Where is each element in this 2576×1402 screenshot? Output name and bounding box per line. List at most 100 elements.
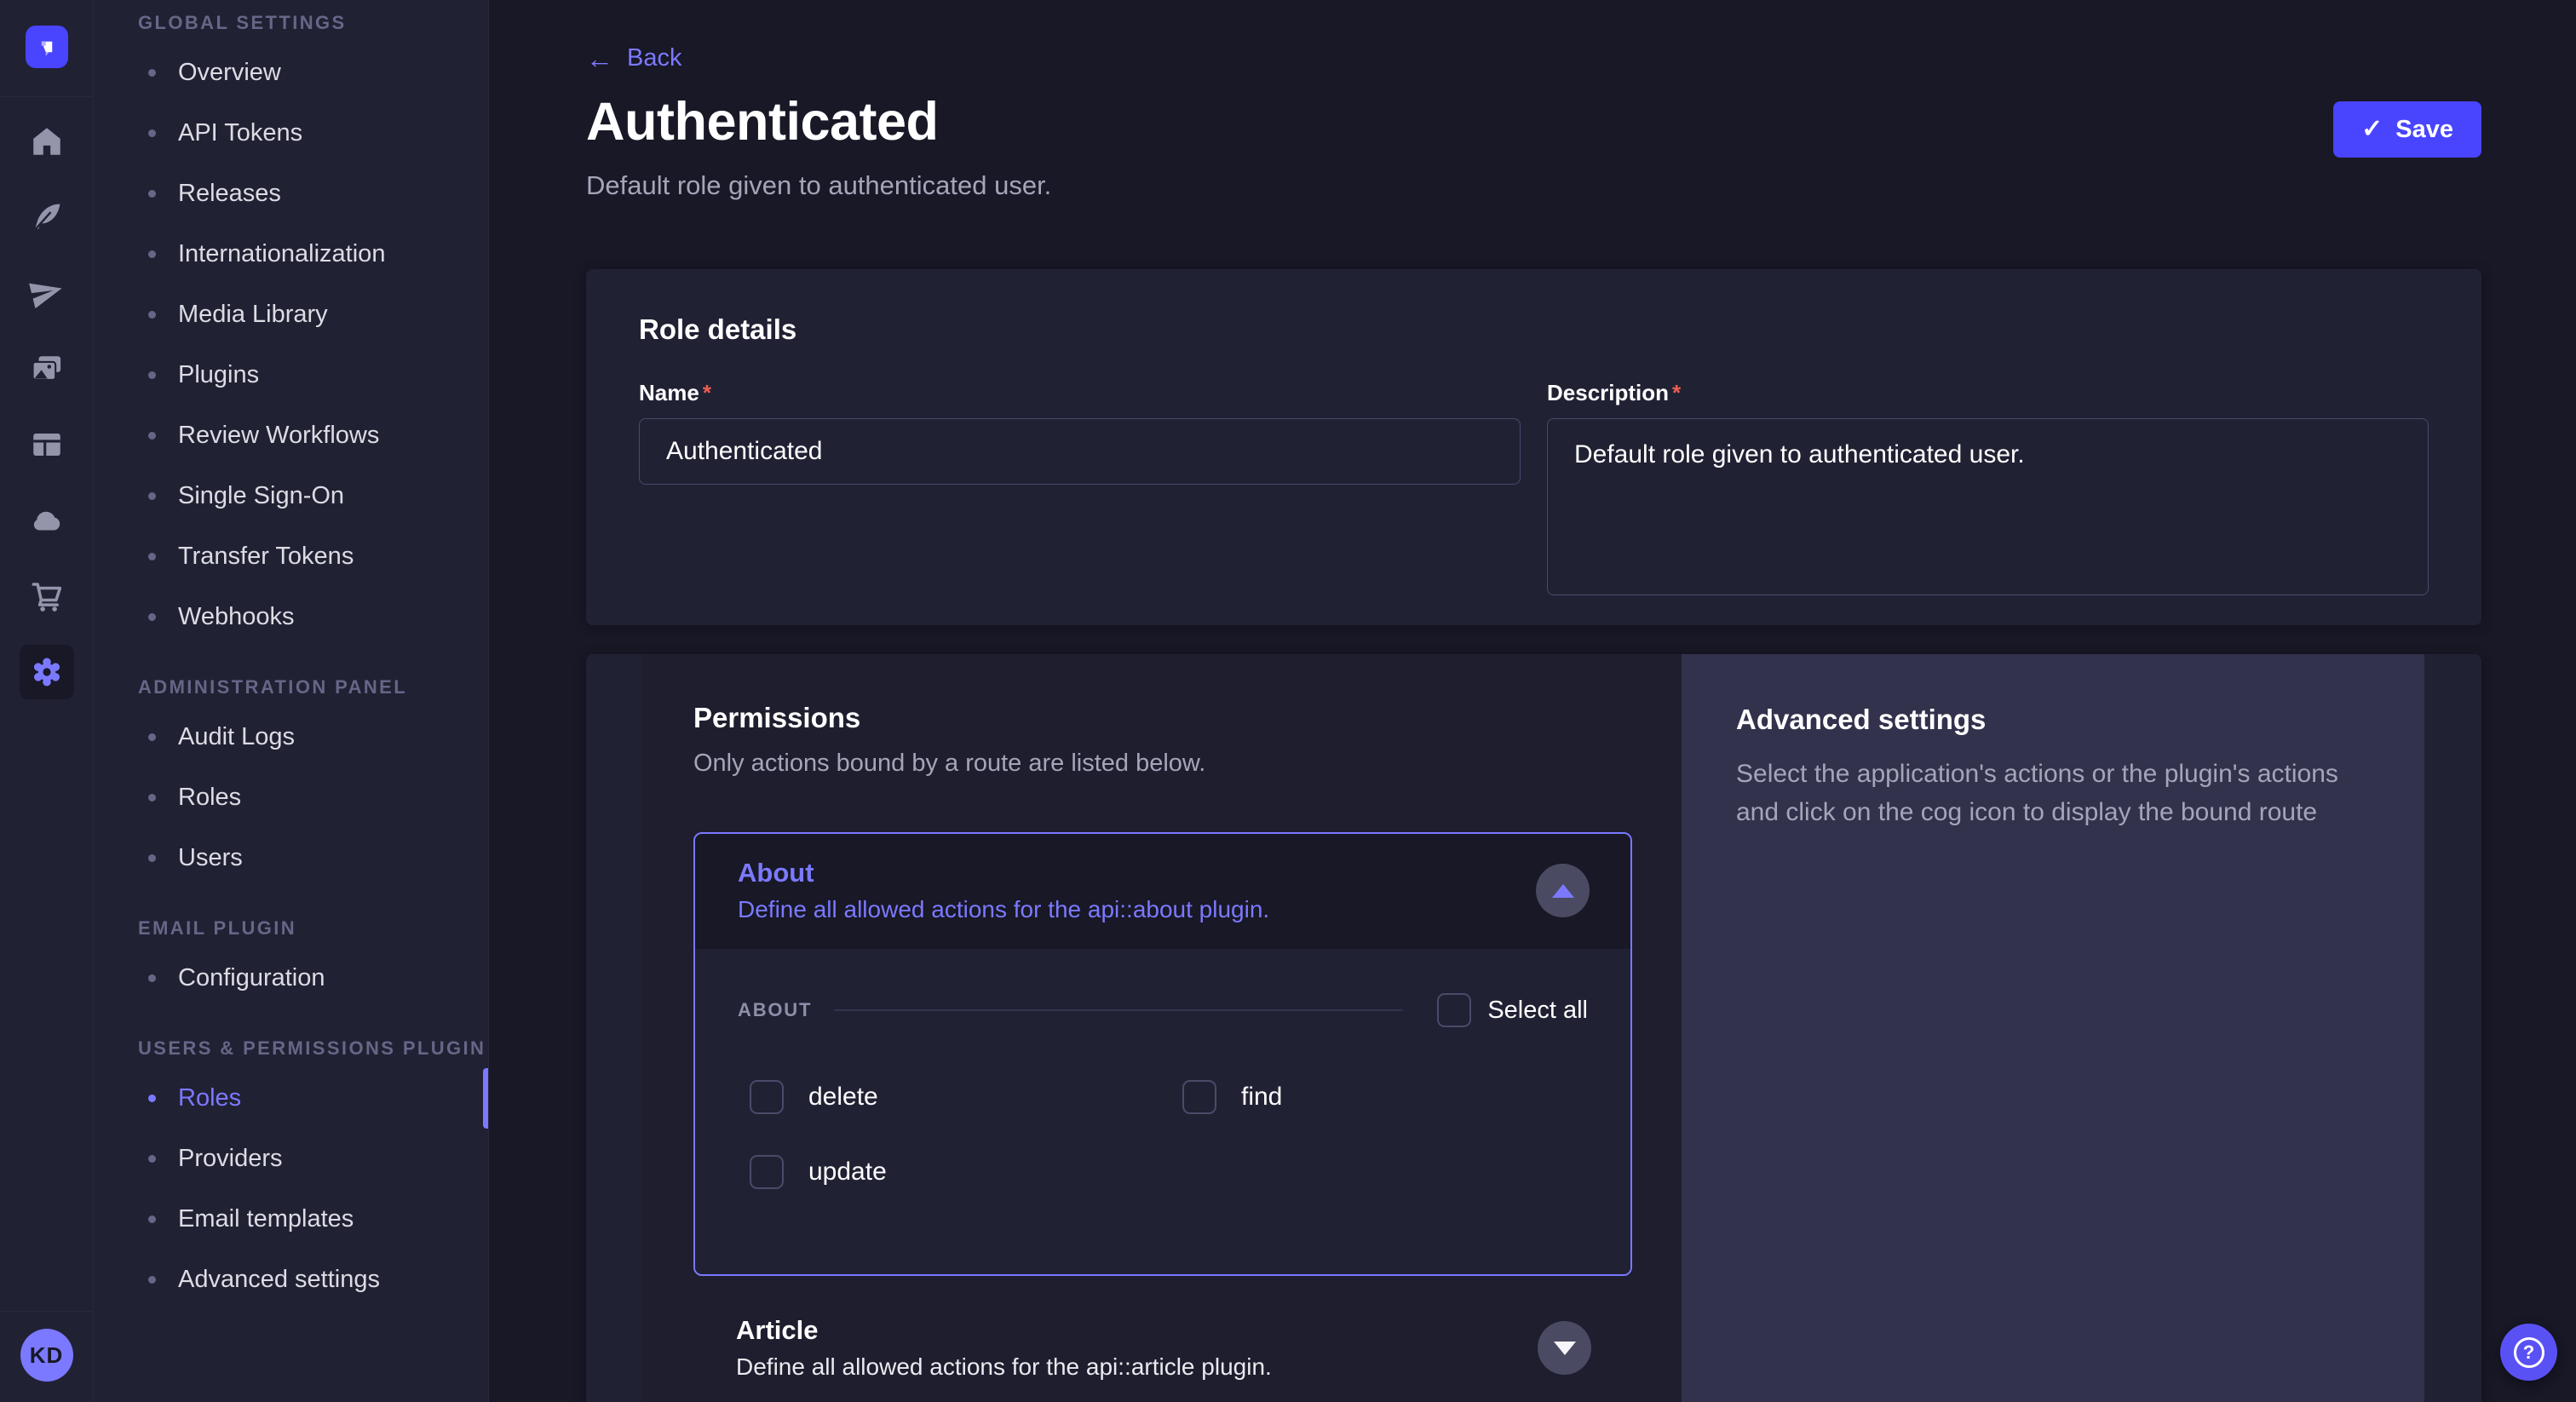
- expand-article-button[interactable]: [1538, 1321, 1591, 1375]
- sidebar-item-audit-logs[interactable]: Audit Logs: [94, 707, 488, 767]
- name-label: Name*: [639, 380, 1521, 406]
- about-actions-grid: delete find update: [750, 1080, 1588, 1189]
- role-details-card: Role details Name* Description* Default …: [586, 269, 2481, 625]
- chevron-down-icon: [1554, 1342, 1576, 1355]
- required-asterisk: *: [703, 380, 711, 405]
- rail-divider: [0, 96, 94, 97]
- update-checkbox[interactable]: [750, 1155, 784, 1189]
- bullet-icon: [148, 311, 156, 319]
- sidebar-item-email-configuration[interactable]: Configuration: [94, 948, 488, 1008]
- sidebar-item-transfer-tokens[interactable]: Transfer Tokens: [94, 526, 488, 587]
- section-label: USERS & PERMISSIONS PLUGIN: [138, 1037, 488, 1060]
- required-asterisk: *: [1672, 380, 1681, 405]
- bullet-icon: [148, 1215, 156, 1223]
- select-all-label: Select all: [1487, 997, 1588, 1025]
- collapse-about-button[interactable]: [1536, 864, 1590, 917]
- sidebar-item-up-roles[interactable]: Roles: [94, 1068, 488, 1129]
- rail-nav: [20, 114, 74, 721]
- accordion-about-title: About: [738, 858, 1269, 888]
- permissions-heading: Permissions: [693, 702, 1632, 734]
- find-checkbox[interactable]: [1182, 1080, 1216, 1114]
- description-field-group: Description* Default role given to authe…: [1547, 380, 2429, 600]
- section-label: ADMINISTRATION PANEL: [138, 676, 488, 698]
- name-field-group: Name*: [639, 380, 1521, 600]
- chevron-up-icon: [1552, 884, 1574, 898]
- sidebar-item-releases[interactable]: Releases: [94, 164, 488, 224]
- select-all-control[interactable]: Select all: [1437, 993, 1588, 1027]
- page-subtitle: Default role given to authenticated user…: [586, 170, 2481, 201]
- bullet-icon: [148, 613, 156, 621]
- bullet-icon: [148, 854, 156, 862]
- home-icon[interactable]: [20, 114, 74, 169]
- media-library-icon[interactable]: [20, 342, 74, 396]
- sidebar-item-providers[interactable]: Providers: [94, 1129, 488, 1189]
- accordion-article-title: Article: [736, 1315, 1272, 1346]
- description-textarea[interactable]: Default role given to authenticated user…: [1547, 418, 2429, 595]
- help-button[interactable]: ?: [2500, 1324, 2557, 1381]
- back-label: Back: [627, 44, 681, 72]
- sidebar-item-overview[interactable]: Overview: [94, 43, 488, 103]
- back-link[interactable]: ← Back: [586, 44, 681, 72]
- bullet-icon: [148, 492, 156, 500]
- bullet-icon: [148, 733, 156, 741]
- help-question-icon: ?: [2514, 1337, 2544, 1368]
- strapi-logo-icon: [34, 34, 60, 60]
- sidebar-item-admin-users[interactable]: Users: [94, 828, 488, 888]
- sidebar-section-administration-panel: ADMINISTRATION PANEL Audit Logs Roles Us…: [94, 676, 488, 888]
- bullet-icon: [148, 69, 156, 77]
- bullet-icon: [148, 1155, 156, 1163]
- main-content: ← Back Authenticated ✓ Save Default role…: [489, 0, 2576, 1402]
- delete-checkbox[interactable]: [750, 1080, 784, 1114]
- sidebar-section-users-permissions-plugin: USERS & PERMISSIONS PLUGIN Roles Provide…: [94, 1037, 488, 1310]
- icon-rail: KD: [0, 0, 94, 1402]
- sidebar-item-webhooks[interactable]: Webhooks: [94, 587, 488, 647]
- sidebar-item-plugins[interactable]: Plugins: [94, 345, 488, 405]
- page-title: Authenticated: [586, 91, 939, 152]
- description-label: Description*: [1547, 380, 2429, 406]
- sidebar-section-email-plugin: EMAIL PLUGIN Configuration: [94, 917, 488, 1008]
- sidebar-item-media-library[interactable]: Media Library: [94, 284, 488, 345]
- sidebar-item-admin-roles[interactable]: Roles: [94, 767, 488, 828]
- permission-update[interactable]: update: [750, 1155, 1182, 1189]
- accordion-article-description: Define all allowed actions for the api::…: [736, 1353, 1272, 1381]
- rail-bottom-divider: [0, 1311, 94, 1312]
- select-all-checkbox[interactable]: [1437, 993, 1471, 1027]
- sidebar-section-global-settings: GLOBAL SETTINGS Overview API Tokens Rele…: [94, 12, 488, 647]
- sidebar-item-review-workflows[interactable]: Review Workflows: [94, 405, 488, 466]
- accordion-about-body: ABOUT Select all delete: [695, 949, 1630, 1274]
- about-group-label: ABOUT: [738, 999, 812, 1021]
- check-icon: ✓: [2361, 117, 2383, 142]
- sidebar-item-email-templates[interactable]: Email templates: [94, 1189, 488, 1250]
- bullet-icon: [148, 794, 156, 802]
- save-button[interactable]: ✓ Save: [2333, 101, 2481, 158]
- bullet-icon: [148, 190, 156, 198]
- bullet-icon: [148, 1276, 156, 1284]
- permission-find[interactable]: find: [1182, 1080, 1615, 1114]
- marketplace-cart-icon[interactable]: [20, 569, 74, 623]
- bullet-icon: [148, 129, 156, 137]
- advanced-settings-heading: Advanced settings: [1736, 704, 2370, 736]
- accordion-article-header[interactable]: Article Define all allowed actions for t…: [693, 1315, 1632, 1381]
- advanced-settings-body: Select the application's actions or the …: [1736, 755, 2370, 831]
- sidebar-item-advanced-settings[interactable]: Advanced settings: [94, 1250, 488, 1310]
- section-label: EMAIL PLUGIN: [138, 917, 488, 939]
- cloud-icon[interactable]: [20, 493, 74, 548]
- permissions-subtitle: Only actions bound by a route are listed…: [693, 750, 1632, 778]
- sidebar-item-single-sign-on[interactable]: Single Sign-On: [94, 466, 488, 526]
- accordion-about-header[interactable]: About Define all allowed actions for the…: [695, 834, 1630, 949]
- sidebar-item-internationalization[interactable]: Internationalization: [94, 224, 488, 284]
- bullet-icon: [148, 1095, 156, 1102]
- feather-icon[interactable]: [20, 190, 74, 244]
- sidebar-item-api-tokens[interactable]: API Tokens: [94, 103, 488, 164]
- settings-gear-icon[interactable]: [20, 645, 74, 699]
- name-input[interactable]: [639, 418, 1521, 485]
- bullet-icon: [148, 974, 156, 982]
- layout-icon[interactable]: [20, 417, 74, 472]
- accordion-about: About Define all allowed actions for the…: [693, 832, 1632, 1276]
- bullet-icon: [148, 553, 156, 560]
- section-label: GLOBAL SETTINGS: [138, 12, 488, 34]
- strapi-logo[interactable]: [26, 26, 68, 68]
- paper-plane-icon[interactable]: [20, 266, 74, 320]
- permission-delete[interactable]: delete: [750, 1080, 1182, 1114]
- user-avatar[interactable]: KD: [20, 1329, 73, 1382]
